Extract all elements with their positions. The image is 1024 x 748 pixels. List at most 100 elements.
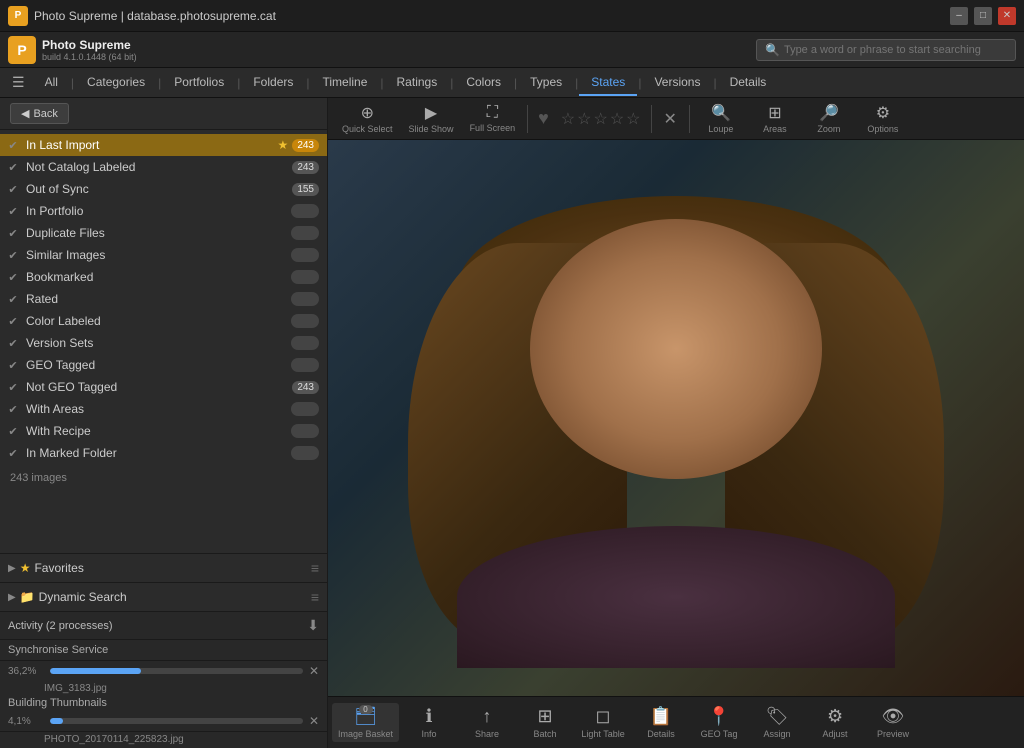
favorites-menu-icon[interactable]: ≡ xyxy=(311,560,319,576)
star-3[interactable]: ☆ xyxy=(593,109,607,129)
toggle-switch[interactable] xyxy=(291,336,319,350)
reject-icon[interactable]: ✕ xyxy=(658,109,683,129)
adjust-button[interactable]: ⚙ Adjust xyxy=(807,703,863,742)
window-controls: – □ ✕ xyxy=(950,7,1016,25)
geo-tag-button[interactable]: 📍 GEO Tag xyxy=(691,703,747,742)
star-5[interactable]: ☆ xyxy=(626,109,640,129)
star-1[interactable]: ☆ xyxy=(561,109,575,129)
toggle-switch[interactable] xyxy=(291,292,319,306)
preview-label: Preview xyxy=(877,729,909,739)
minimize-button[interactable]: – xyxy=(950,7,968,25)
toggle-switch[interactable] xyxy=(291,358,319,372)
list-item[interactable]: ✔ In Last Import ★ 243 xyxy=(0,134,327,156)
left-panel: ◀ Back ✔ In Last Import ★ 243 ✔ Not Cata… xyxy=(0,98,328,748)
list-item[interactable]: ✔ Version Sets xyxy=(0,332,327,354)
batch-button[interactable]: ⊞ Batch xyxy=(517,703,573,742)
check-icon: ✔ xyxy=(6,226,20,240)
list-item[interactable]: ✔ Duplicate Files xyxy=(0,222,327,244)
toggle-switch[interactable] xyxy=(291,270,319,284)
nav-tab-colors[interactable]: Colors xyxy=(454,70,513,96)
check-icon: ✔ xyxy=(6,160,20,174)
search-input[interactable] xyxy=(784,44,1004,56)
list-item[interactable]: ✔ Not Catalog Labeled 243 xyxy=(0,156,327,178)
full-screen-button[interactable]: ⛶ Full Screen xyxy=(464,102,522,135)
list-item[interactable]: ✔ Out of Sync 155 xyxy=(0,178,327,200)
state-badge: 243 xyxy=(292,161,319,174)
progress-cancel-2[interactable]: ✕ xyxy=(309,714,319,728)
list-item[interactable]: ✔ Rated xyxy=(0,288,327,310)
nav-tab-folders[interactable]: Folders xyxy=(241,70,305,96)
separator xyxy=(689,105,690,133)
maximize-button[interactable]: □ xyxy=(974,7,992,25)
toggle-switch[interactable] xyxy=(291,402,319,416)
main-content: ◀ Back ✔ In Last Import ★ 243 ✔ Not Cata… xyxy=(0,98,1024,748)
nav-tab-timeline[interactable]: Timeline xyxy=(310,70,379,96)
nav-tab-ratings[interactable]: Ratings xyxy=(385,70,450,96)
back-button[interactable]: ◀ Back xyxy=(10,103,69,124)
list-item[interactable]: ✔ In Marked Folder xyxy=(0,442,327,464)
state-label: Not GEO Tagged xyxy=(26,380,292,394)
list-item[interactable]: ✔ In Portfolio xyxy=(0,200,327,222)
list-item[interactable]: ✔ Color Labeled xyxy=(0,310,327,332)
check-icon: ✔ xyxy=(6,138,20,152)
options-icon: ⚙ xyxy=(876,103,890,123)
toggle-switch[interactable] xyxy=(291,248,319,262)
state-label: In Portfolio xyxy=(26,204,291,218)
list-item[interactable]: ✔ With Areas xyxy=(0,398,327,420)
nav-tab-details[interactable]: Details xyxy=(718,70,779,96)
toggle-switch[interactable] xyxy=(291,446,319,460)
dynamic-folder-icon: 📁 xyxy=(20,590,35,604)
areas-button[interactable]: ⊞ Areas xyxy=(750,101,800,136)
zoom-button[interactable]: 🔎 Zoom xyxy=(804,101,854,136)
hamburger-menu[interactable]: ☰ xyxy=(12,74,25,91)
app-icon: P xyxy=(8,6,28,26)
dynamic-search-row[interactable]: ▶ 📁 Dynamic Search ≡ xyxy=(0,583,327,612)
nav-tab-states[interactable]: States xyxy=(579,70,637,96)
heart-icon[interactable]: ♥ xyxy=(538,108,549,129)
nav-tab-categories[interactable]: Categories xyxy=(75,70,157,96)
details-icon: 📋 xyxy=(650,706,672,727)
star-2[interactable]: ☆ xyxy=(577,109,591,129)
geo-tag-icon: 📍 xyxy=(708,706,730,727)
preview-button[interactable]: 👁 Preview xyxy=(865,703,921,742)
list-item[interactable]: ✔ Bookmarked xyxy=(0,266,327,288)
zoom-label: Zoom xyxy=(817,124,840,134)
search-box[interactable]: 🔍 xyxy=(756,39,1016,61)
list-item[interactable]: ✔ Not GEO Tagged 243 xyxy=(0,376,327,398)
slide-show-button[interactable]: ▶ Slide Show xyxy=(403,101,460,136)
options-button[interactable]: ⚙ Options xyxy=(858,101,908,136)
quick-select-label: Quick Select xyxy=(342,124,393,134)
share-button[interactable]: ↑ Share xyxy=(459,703,515,742)
assign-icon: 🏷 xyxy=(766,706,789,727)
favorites-row[interactable]: ▶ ★ Favorites ≡ xyxy=(0,554,327,583)
list-item[interactable]: ✔ GEO Tagged xyxy=(0,354,327,376)
close-button[interactable]: ✕ xyxy=(998,7,1016,25)
nav-tab-portfolios[interactable]: Portfolios xyxy=(162,70,236,96)
light-table-button[interactable]: ◻ Light Table xyxy=(575,703,631,742)
progress-bar-bg-1 xyxy=(50,668,303,674)
nav-tab-all[interactable]: All xyxy=(33,70,70,96)
assign-button[interactable]: 🏷 Assign xyxy=(749,703,805,742)
progress-cancel-1[interactable]: ✕ xyxy=(309,664,319,678)
list-item[interactable]: ✔ With Recipe xyxy=(0,420,327,442)
toggle-switch[interactable] xyxy=(291,424,319,438)
info-button[interactable]: ℹ Info xyxy=(401,703,457,742)
quick-select-button[interactable]: ⊕ Quick Select xyxy=(336,101,399,136)
dynamic-menu-icon[interactable]: ≡ xyxy=(311,589,319,605)
check-icon: ✔ xyxy=(6,292,20,306)
logo-text: Photo Supreme build 4.1.0.1448 (64 bit) xyxy=(42,38,137,62)
nav-tab-types[interactable]: Types xyxy=(518,70,574,96)
building-label: Building Thumbnails xyxy=(0,695,327,711)
shoulder xyxy=(457,526,895,668)
star-4[interactable]: ☆ xyxy=(610,109,624,129)
details-button[interactable]: 📋 Details xyxy=(633,703,689,742)
toggle-switch[interactable] xyxy=(291,314,319,328)
image-basket-button[interactable]: 0 🗂 Image Basket xyxy=(332,703,399,742)
check-icon: ✔ xyxy=(6,204,20,218)
list-item[interactable]: ✔ Similar Images xyxy=(0,244,327,266)
star-rating: ☆ ☆ ☆ ☆ ☆ xyxy=(561,109,641,129)
nav-tab-versions[interactable]: Versions xyxy=(642,70,712,96)
toggle-switch[interactable] xyxy=(291,226,319,240)
toggle-switch[interactable] xyxy=(291,204,319,218)
loupe-button[interactable]: 🔍 Loupe xyxy=(696,101,746,136)
